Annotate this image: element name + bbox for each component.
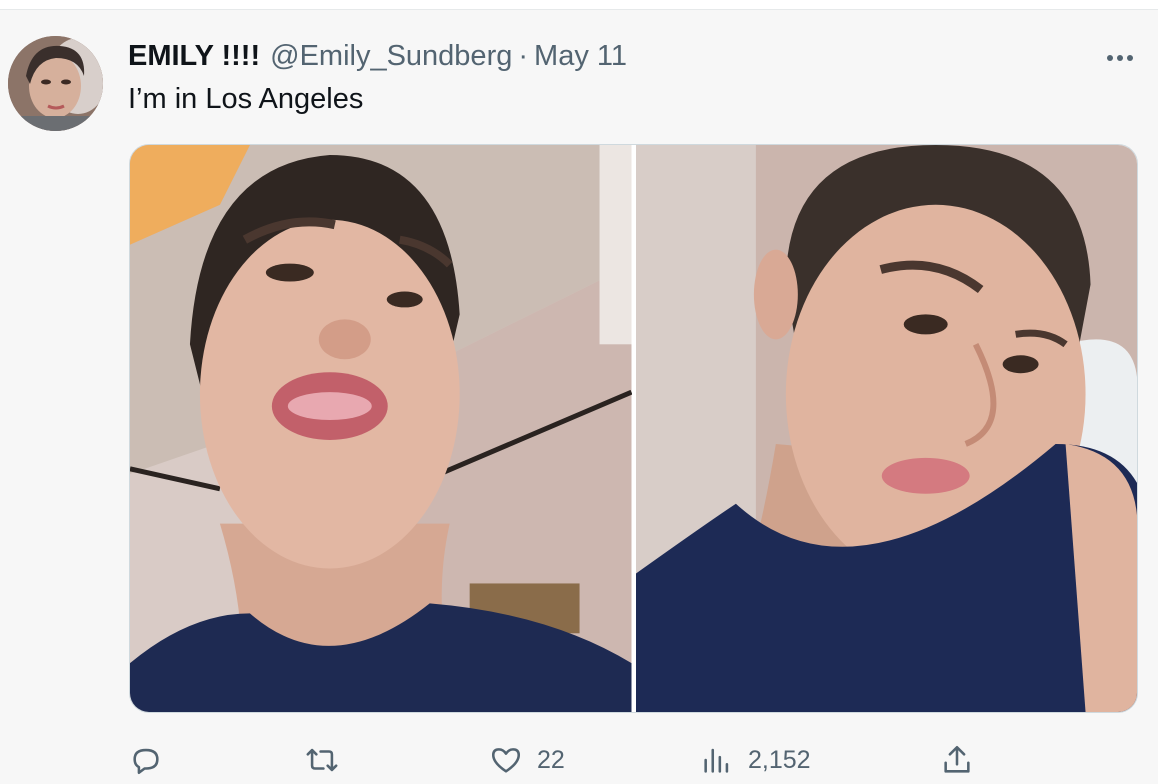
media-grid: [129, 144, 1138, 713]
dot: [1117, 55, 1123, 61]
retweet-button[interactable]: [305, 740, 353, 780]
heart-icon: [491, 748, 521, 773]
views-count: 2,152: [748, 745, 811, 774]
dot: [1107, 55, 1113, 61]
media-photo-2[interactable]: [635, 145, 1137, 712]
action-bar: 22 2,152: [0, 740, 1158, 780]
profile-photo-icon: [8, 36, 103, 131]
reply-icon: [133, 748, 159, 775]
tweet-text: I’m in Los Angeles: [128, 83, 364, 115]
more-options-icon[interactable]: [1100, 46, 1140, 70]
analytics-icon: [704, 748, 729, 773]
separator-dot: ·: [518, 39, 529, 72]
selfie-photo-icon: [635, 145, 1137, 712]
reply-button[interactable]: [129, 740, 177, 780]
avatar[interactable]: [8, 36, 103, 131]
retweet-icon: [306, 748, 338, 772]
display-name[interactable]: EMILY !!!!: [128, 40, 260, 73]
like-button[interactable]: 22: [489, 740, 565, 780]
views-button[interactable]: 2,152: [700, 740, 811, 780]
user-handle[interactable]: @Emily_Sundberg: [270, 40, 512, 73]
selfie-photo-icon: [130, 145, 632, 712]
share-icon: [944, 745, 970, 773]
media-photo-1[interactable]: [130, 145, 632, 712]
tweet-header: EMILY !!!! @Emily_Sundberg · May 11: [128, 39, 627, 73]
like-count: 22: [537, 745, 565, 774]
tweet-date[interactable]: May 11: [534, 40, 627, 73]
top-divider: [0, 0, 1158, 10]
dot: [1127, 55, 1133, 61]
share-button[interactable]: [940, 740, 988, 780]
